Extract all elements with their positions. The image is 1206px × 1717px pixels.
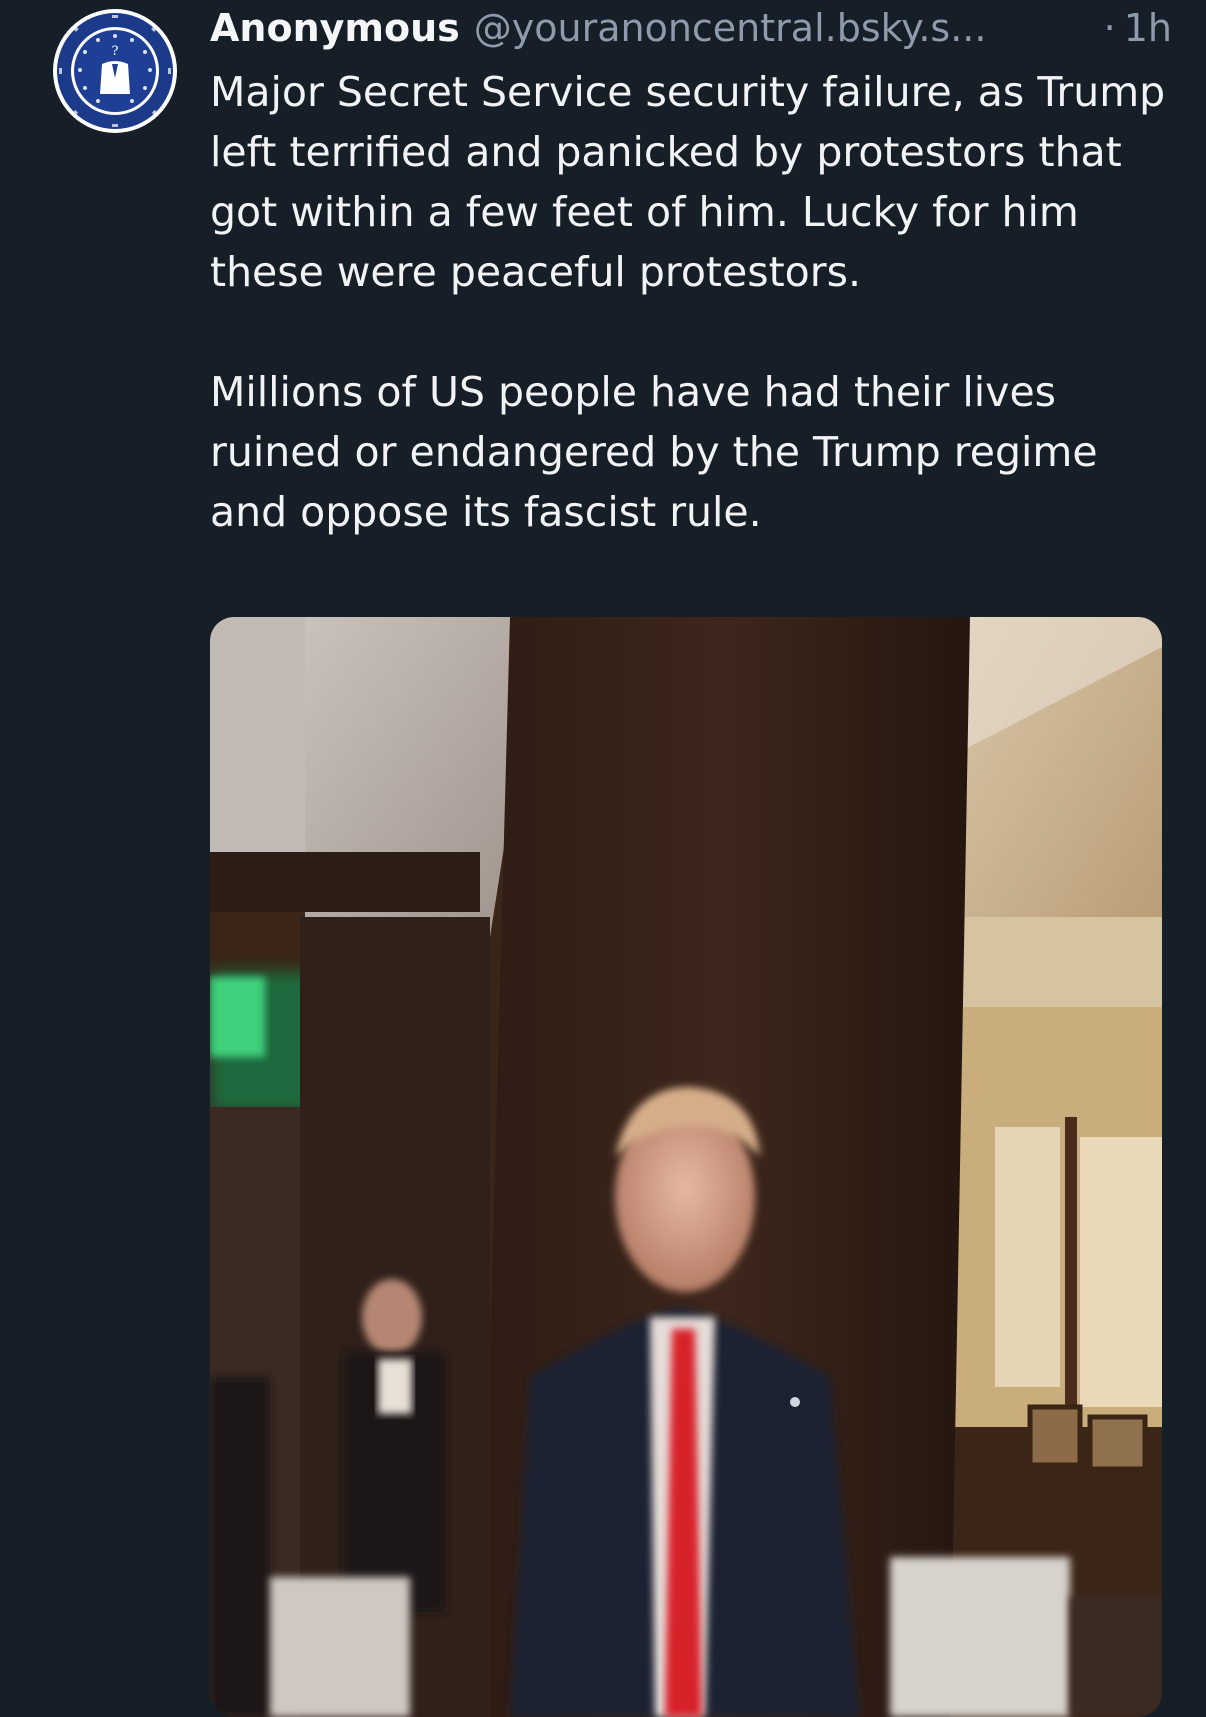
post-paragraph: Millions of US people have had their liv… xyxy=(210,368,1098,536)
video-thumbnail[interactable] xyxy=(210,617,1162,1717)
author-handle[interactable]: @youranoncentral.bsky.s... xyxy=(474,0,987,56)
post-paragraph: Major Secret Service security failure, a… xyxy=(210,68,1166,296)
post-header: Anonymous @youranoncentral.bsky.s... · 1… xyxy=(210,0,1172,56)
author-avatar[interactable]: ? xyxy=(52,8,178,134)
post-body: Major Secret Service security failure, a… xyxy=(210,62,1172,542)
author-display-name[interactable]: Anonymous xyxy=(210,0,460,56)
header-separator: · xyxy=(1103,6,1116,50)
feed-post[interactable]: ? Anonymous @youranoncentral.bsky.s... ·… xyxy=(0,0,1206,1717)
anonymous-seal-icon: ? xyxy=(53,9,177,133)
post-timestamp[interactable]: 1h xyxy=(1124,0,1172,56)
post-content: Anonymous @youranoncentral.bsky.s... · 1… xyxy=(210,0,1172,542)
video-frame-image xyxy=(210,617,1162,1717)
svg-text:?: ? xyxy=(112,44,119,59)
